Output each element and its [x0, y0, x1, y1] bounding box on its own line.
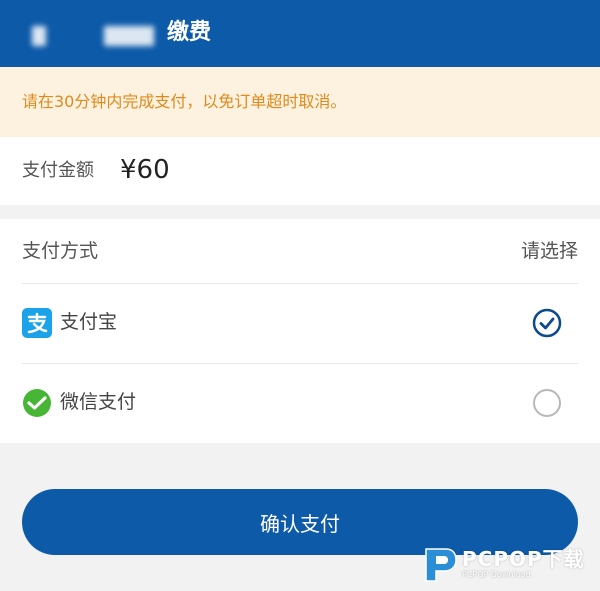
payment-amount-row: 支付金额 ¥60: [0, 137, 600, 205]
watermark-sub: PCPOP Download: [462, 570, 531, 579]
wechat-pay-label: 微信支付: [60, 391, 137, 413]
amount-value: ¥60: [120, 155, 170, 185]
redacted-text: [104, 26, 154, 46]
pcpop-logo-icon: [425, 548, 457, 582]
payment-option-wechat[interactable]: 微信支付: [0, 363, 600, 443]
header-bar: 缴费: [0, 0, 600, 67]
redacted-text: [32, 26, 46, 46]
payment-methods-header: 支付方式 请选择: [0, 219, 600, 283]
payment-timeout-notice: 请在30分钟内完成支付，以免订单超时取消。: [0, 67, 600, 137]
watermark-brand: PCPOP下载: [462, 547, 585, 571]
wechat-pay-icon: [22, 388, 52, 418]
payment-option-alipay[interactable]: 支付宝: [0, 283, 600, 363]
radio-checked-icon[interactable]: [532, 308, 562, 338]
alipay-label: 支付宝: [60, 311, 118, 333]
payment-methods-section: 支付方式 请选择 支付宝 微信支付: [0, 219, 600, 443]
amount-label: 支付金额: [22, 160, 94, 181]
radio-unchecked-icon[interactable]: [532, 388, 562, 418]
payment-methods-hint: 请选择: [520, 240, 578, 262]
payment-methods-label: 支付方式: [22, 240, 99, 262]
watermark: PCPOP下载 PCPOP Download: [420, 545, 600, 585]
alipay-icon: [22, 308, 52, 338]
page-title: 缴费: [167, 20, 212, 45]
notice-text: 请在30分钟内完成支付，以免订单超时取消。: [22, 92, 347, 111]
